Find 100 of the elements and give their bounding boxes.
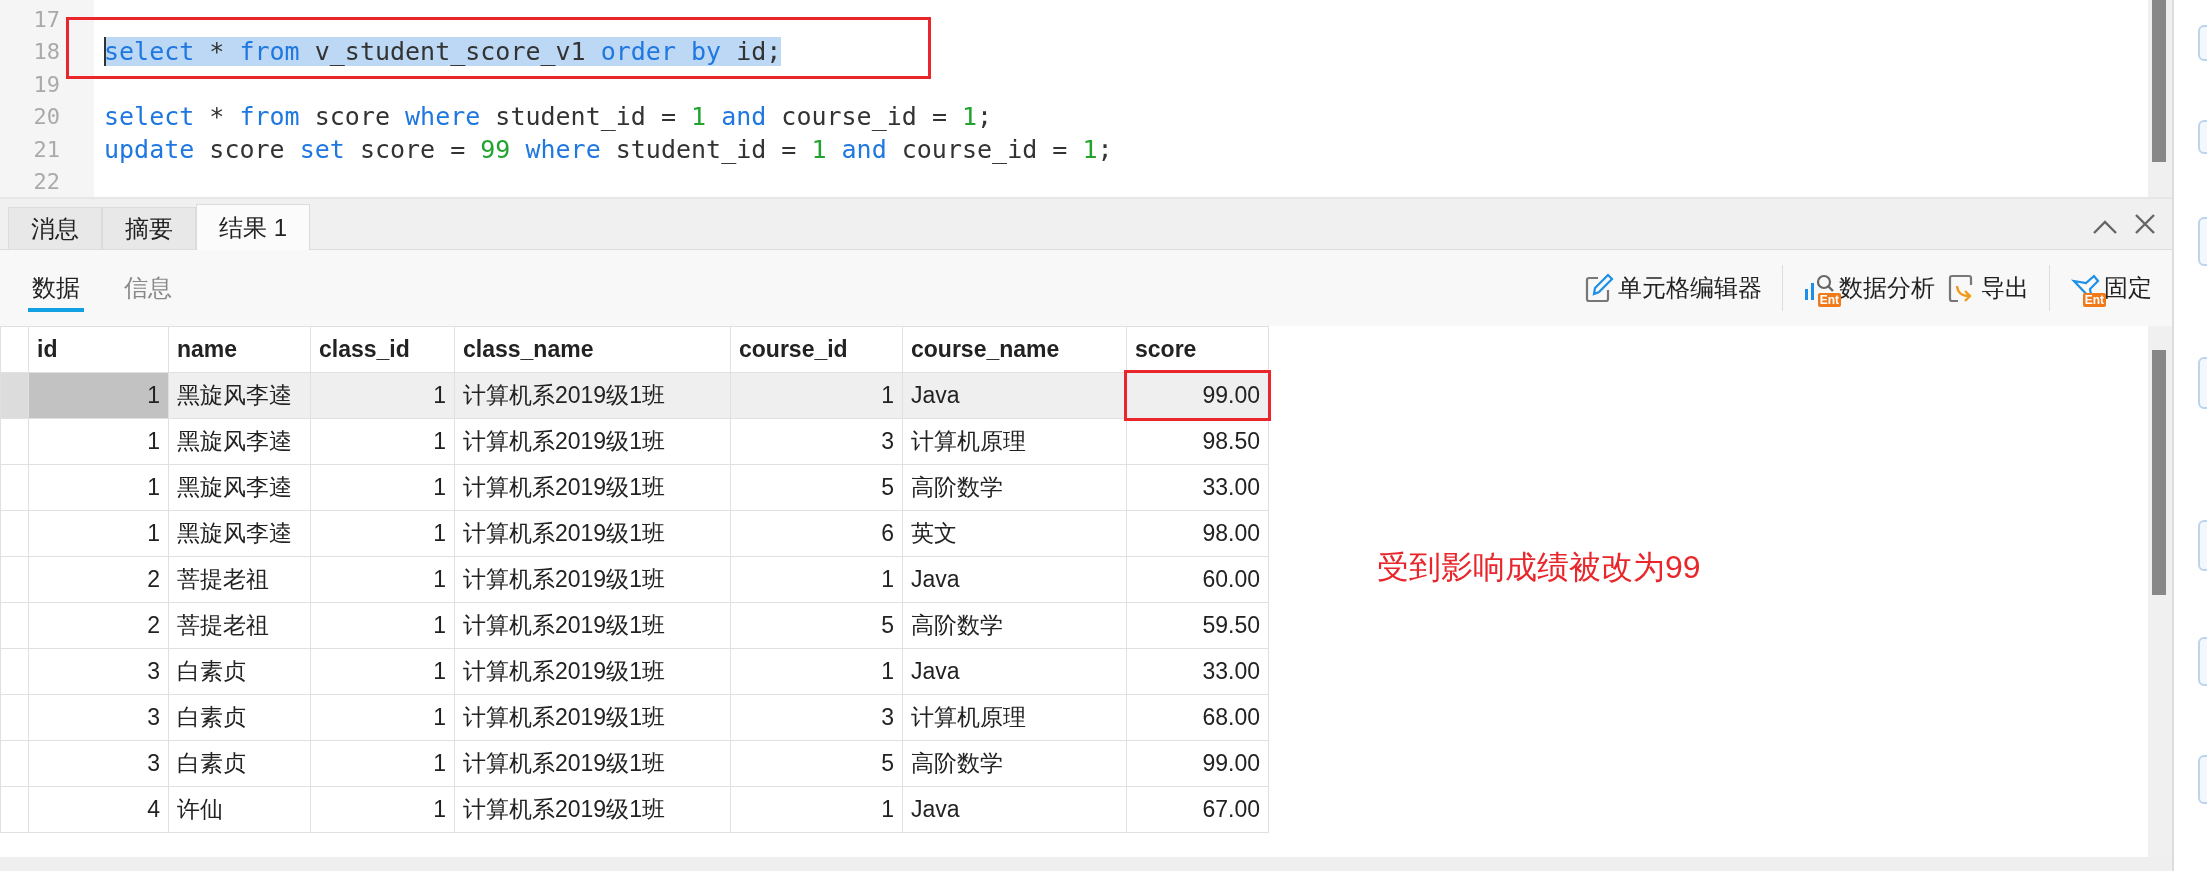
table-cell: 5 [730,602,903,649]
line-number: 18 [32,39,60,65]
table-cell: 3 [28,648,169,695]
table-cell: 1 [28,418,169,465]
table-cell: 3 [730,694,903,741]
table-cell: 33.00 [1126,648,1269,695]
table-cell: 2 [28,602,169,649]
annotation-text: 受到影响成绩被改为99 [1377,548,1701,587]
row-selector[interactable] [0,556,29,603]
table-cell: 计算机原理 [902,418,1127,465]
line-number: 20 [32,104,60,130]
table-cell: 2 [28,556,169,603]
table-cell: 1 [730,556,903,603]
table-cell: 计算机系2019级1班 [454,372,731,419]
row-selector[interactable] [0,648,29,695]
table-cell: 1 [28,464,169,511]
table-cell: 4 [28,786,169,833]
result-tab[interactable]: 结果 1 [196,204,310,250]
table-cell: 99.00 [1126,372,1269,419]
table-cell: 1 [28,510,169,557]
row-selector[interactable] [0,786,29,833]
table-cell: 计算机系2019级1班 [454,556,731,603]
table-cell: 计算机原理 [902,694,1127,741]
line-number: 17 [32,6,60,32]
table-cell: 计算机系2019级1班 [454,786,731,833]
column-header[interactable]: id [28,326,169,373]
table-cell: 1 [730,372,903,419]
row-selector[interactable] [0,740,29,787]
table-cell: 黑旋风李逵 [168,372,311,419]
close-icon[interactable] [2134,213,2156,235]
table-cell: 67.00 [1126,786,1269,833]
row-selector[interactable] [0,510,29,557]
table-cell: 99.00 [1126,740,1269,787]
column-header[interactable]: class_name [454,326,731,373]
table-cell: 计算机系2019级1班 [454,418,731,465]
column-header[interactable]: score [1126,326,1269,373]
row-selector[interactable] [0,464,29,511]
table-cell: 1 [310,418,455,465]
table-cell: Java [902,372,1127,419]
table-cell: 98.50 [1126,418,1269,465]
toolbar-button[interactable]: 导出 [1941,268,2035,308]
table-cell: 59.50 [1126,602,1269,649]
table-cell: 5 [730,464,903,511]
table-cell: Java [902,648,1127,695]
collapse-icon[interactable] [2092,219,2118,235]
table-cell: 高阶数学 [902,602,1127,649]
scrollbar[interactable] [2148,0,2172,197]
table-cell: 计算机系2019级1班 [454,510,731,557]
row-selector[interactable] [0,694,29,741]
row-selector[interactable] [0,602,29,649]
code-line: select * from score where student_id = 1 and course_id = 1; [104,102,993,132]
table-cell: 高阶数学 [902,740,1127,787]
table-cell: 3 [28,740,169,787]
line-number: 22 [32,169,60,195]
scrollbar[interactable] [0,857,2172,871]
table-cell: 1 [310,694,455,741]
table-cell: 1 [310,786,455,833]
table-cell: 3 [730,418,903,465]
ent-badge: Ent [1817,293,1841,307]
table-cell: 计算机系2019级1班 [454,464,731,511]
view-tab[interactable]: 数据 [28,264,84,312]
table-cell: 黑旋风李逵 [168,464,311,511]
column-header[interactable]: name [168,326,311,373]
code-line: update score set score = 99 where student_id = 1 and course_id = 1; [104,134,1113,164]
table-cell: 菩提老祖 [168,602,311,649]
column-header[interactable]: class_id [310,326,455,373]
table-cell: 高阶数学 [902,464,1127,511]
table-cell: 68.00 [1126,694,1269,741]
table-cell: 计算机系2019级1班 [454,694,731,741]
table-cell: 1 [310,556,455,603]
table-cell: Java [902,786,1127,833]
table-cell: 白素贞 [168,648,311,695]
table-cell: 1 [310,740,455,787]
table-cell: 5 [730,740,903,787]
table-cell: 菩提老祖 [168,556,311,603]
ent-badge: Ent [2082,293,2106,307]
table-cell: 英文 [902,510,1127,557]
table-cell: 1 [28,372,169,419]
table-cell: 60.00 [1126,556,1269,603]
table-cell: 计算机系2019级1班 [454,740,731,787]
result-tab[interactable]: 摘要 [102,207,196,249]
column-header[interactable]: course_name [902,326,1127,373]
table-cell: 黑旋风李逵 [168,418,311,465]
column-header[interactable]: course_id [730,326,903,373]
row-selector[interactable] [0,418,29,465]
table-cell: 3 [28,694,169,741]
pencil-icon [1584,273,1614,303]
result-tab[interactable]: 消息 [8,207,102,249]
line-number: 21 [32,136,60,162]
table-cell: 黑旋风李逵 [168,510,311,557]
line-number: 19 [32,71,60,97]
table-cell: 1 [730,786,903,833]
table-cell: 白素贞 [168,740,311,787]
row-selector[interactable] [0,372,29,419]
table-cell: 98.00 [1126,510,1269,557]
table-cell: 33.00 [1126,464,1269,511]
table-cell: 1 [730,648,903,695]
toolbar-button[interactable]: 单元格编辑器 [1578,268,1768,308]
scrollbar[interactable] [2148,326,2172,857]
table-cell: 许仙 [168,786,311,833]
